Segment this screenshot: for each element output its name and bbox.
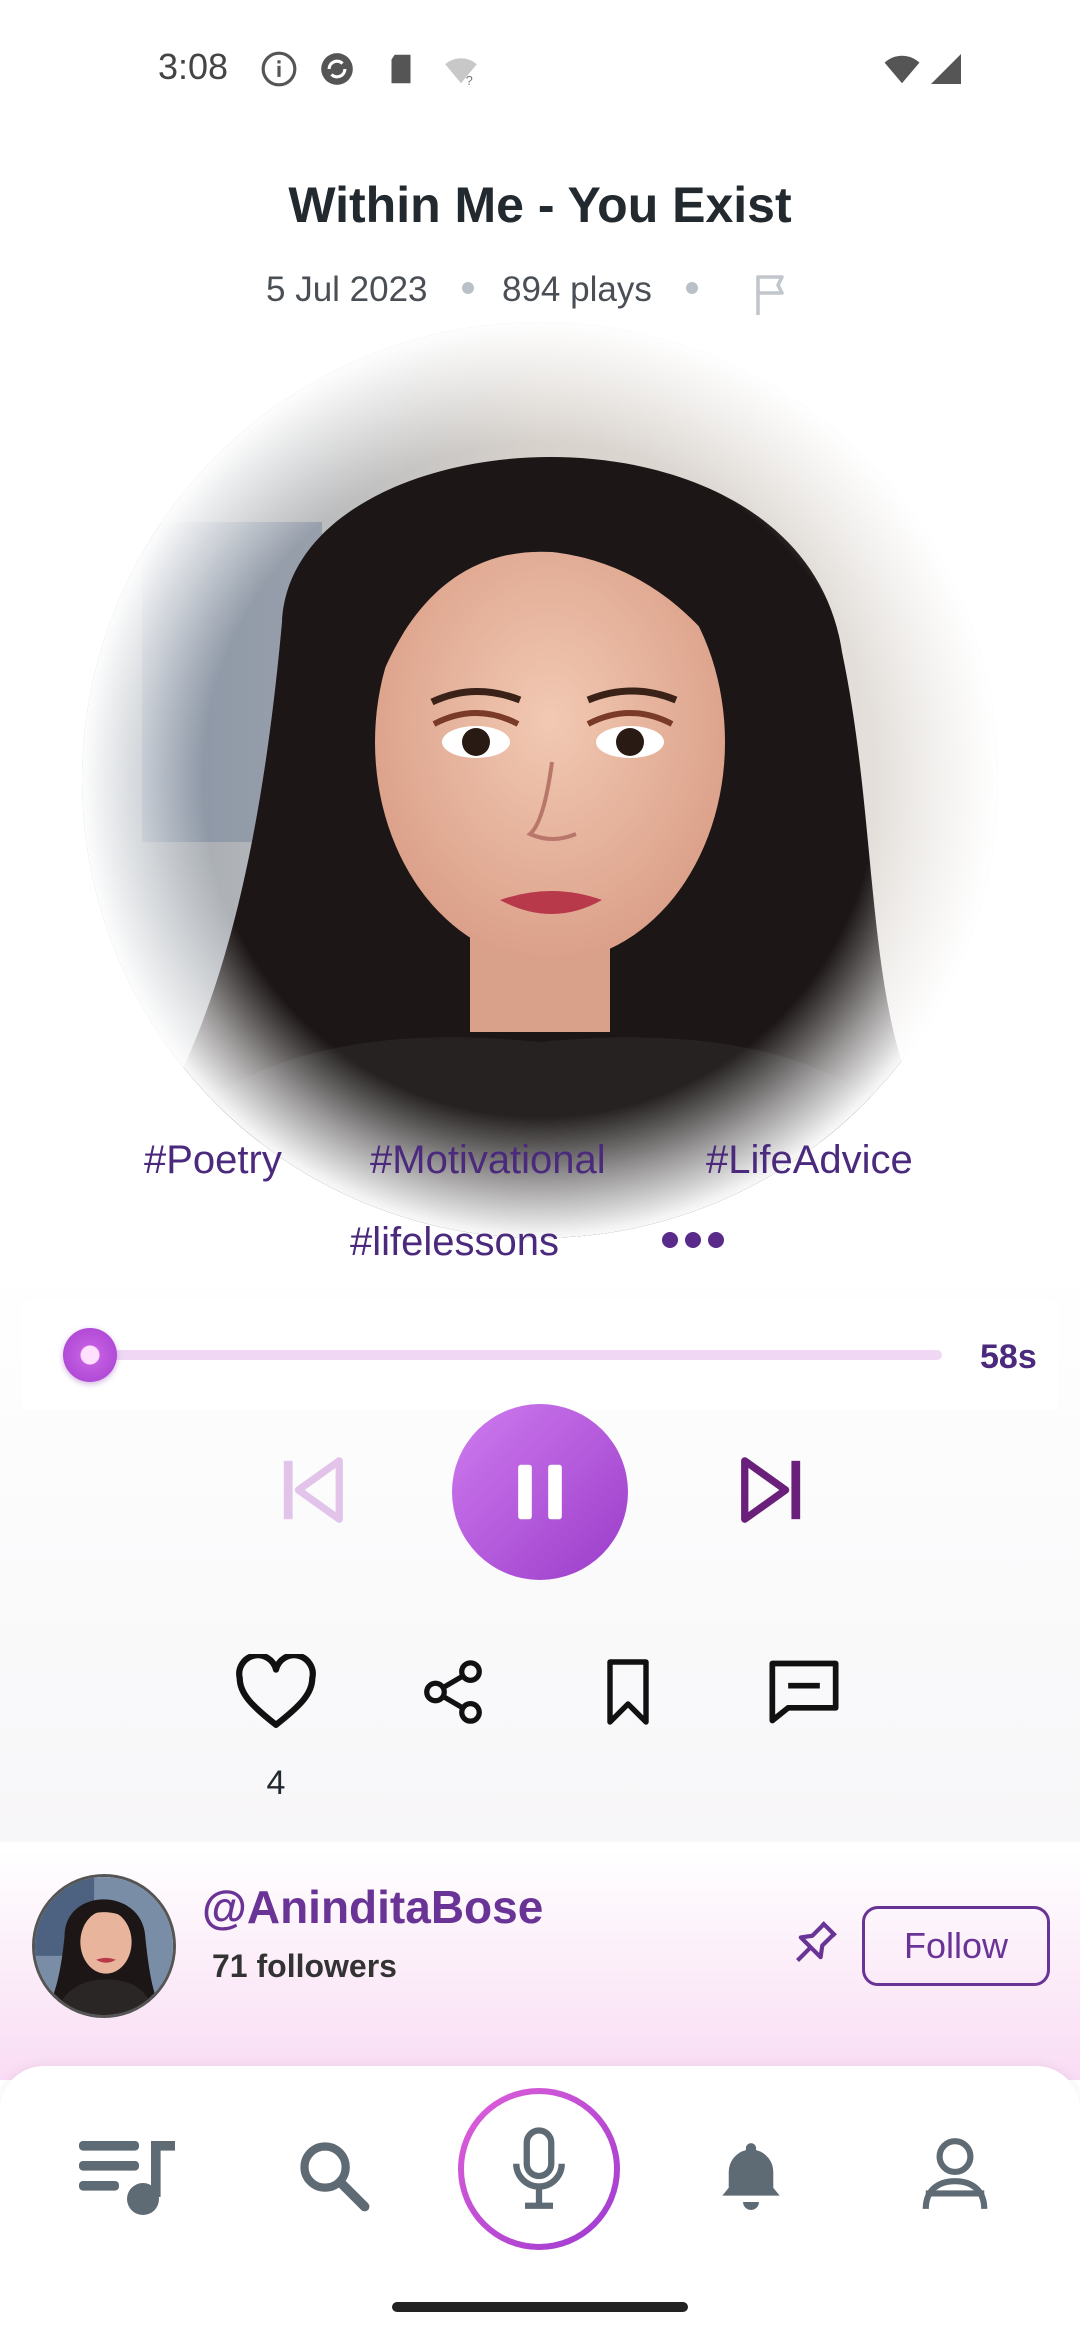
playlist-icon: [79, 2141, 175, 2215]
nav-search[interactable]: [278, 2120, 388, 2230]
time-remaining: 58s: [980, 1338, 1037, 1376]
nav-notifications[interactable]: [696, 2120, 806, 2230]
meta-separator: [686, 282, 698, 294]
profile-icon: [922, 2138, 988, 2210]
sd-card-icon: [391, 54, 411, 84]
comment-icon[interactable]: [766, 1656, 842, 1728]
track-title: Within Me - You Exist: [288, 177, 792, 233]
track-plays: 894 plays: [502, 270, 652, 309]
wifi-question-icon: ?: [445, 58, 477, 88]
previous-icon[interactable]: [278, 1452, 348, 1528]
author-handle[interactable]: @AninditaBose: [202, 1880, 543, 1934]
like-icon[interactable]: [234, 1654, 318, 1730]
svg-text:?: ?: [466, 74, 473, 88]
tag-chip[interactable]: #Poetry: [144, 1138, 282, 1183]
nav-playlist[interactable]: [72, 2120, 182, 2230]
tag-chip[interactable]: #LifeAdvice: [706, 1138, 913, 1183]
pause-button[interactable]: [452, 1404, 628, 1580]
share-icon[interactable]: [418, 1656, 488, 1728]
nav-profile[interactable]: [900, 2120, 1010, 2230]
meta-separator: [462, 282, 474, 294]
avatar[interactable]: [32, 1874, 176, 2018]
home-indicator[interactable]: [392, 2302, 688, 2312]
report-flag-icon[interactable]: [748, 270, 796, 320]
status-time: 3:08: [158, 46, 229, 87]
bell-icon: [722, 2143, 780, 2210]
next-icon[interactable]: [736, 1452, 806, 1528]
tag-chip[interactable]: #Motivational: [370, 1138, 606, 1183]
info-icon: [261, 51, 297, 87]
record-button[interactable]: [458, 2088, 620, 2250]
pause-icon: [518, 1464, 562, 1520]
bookmark-icon[interactable]: [604, 1656, 652, 1728]
seek-thumb[interactable]: [63, 1328, 117, 1382]
mic-icon: [513, 2127, 565, 2209]
sync-icon: [321, 53, 353, 85]
more-tags-button[interactable]: [662, 1232, 724, 1254]
track-date: 5 Jul 2023: [266, 270, 428, 309]
wifi-icon: [884, 55, 920, 84]
seek-bar[interactable]: [66, 1350, 942, 1360]
follower-count: 71 followers: [212, 1948, 397, 1984]
pin-icon[interactable]: [786, 1916, 842, 1972]
like-count: 4: [266, 1764, 286, 1802]
follow-button[interactable]: Follow: [862, 1906, 1050, 1986]
signal-icon: [931, 54, 961, 84]
cover-image: [82, 322, 998, 1238]
search-icon: [300, 2142, 370, 2212]
tag-chip[interactable]: #lifelessons: [350, 1220, 559, 1265]
